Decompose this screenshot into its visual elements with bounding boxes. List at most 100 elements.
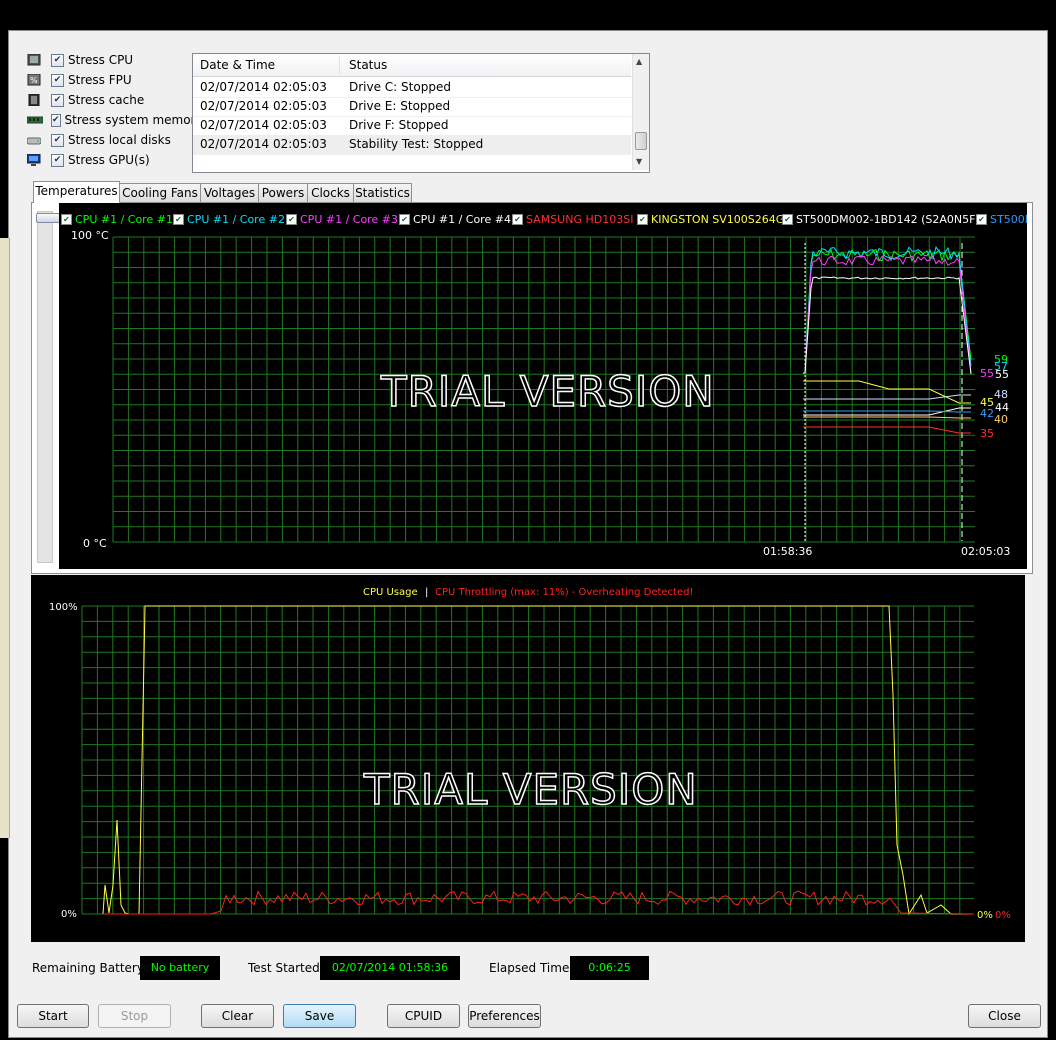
temperature-trace <box>803 426 971 434</box>
trial-watermark: TRIAL VERSION <box>380 366 715 417</box>
time-start-label: 01:58:36 <box>763 545 812 558</box>
end-value-label: 55 <box>980 367 994 380</box>
column-header-date[interactable]: Date & Time <box>200 58 275 72</box>
end-value-label: 40 <box>994 413 1008 426</box>
temperatures-panel: ✔ CPU #1 / Core #1 ✔ CPU #1 / Core #2 ✔ CPU… <box>31 202 1033 574</box>
start-button[interactable]: Start <box>17 1004 89 1028</box>
tab-statistics[interactable]: Statistics <box>353 183 412 202</box>
title-separator: | <box>425 587 428 598</box>
log-status: Stability Test: Stopped <box>349 137 484 151</box>
temperature-trace <box>803 410 971 413</box>
tab-cooling-fans[interactable]: Cooling Fans <box>119 183 201 202</box>
stress-memory-option[interactable]: ✔ Stress system memory <box>26 111 203 129</box>
svg-text:%: % <box>30 76 38 85</box>
battery-value: No battery <box>140 956 220 980</box>
stress-fpu-label: Stress FPU <box>68 73 132 87</box>
usage-y-min: 0% <box>61 909 77 920</box>
scroll-up-icon[interactable]: ▲ <box>636 57 642 66</box>
cpu-usage-graph: CPU Usage | CPU Throttling (max: 11%) - … <box>31 575 1025 942</box>
log-status: Drive C: Stopped <box>349 80 451 94</box>
log-date: 02/07/2014 02:05:03 <box>200 99 327 113</box>
stress-gpu-label: Stress GPU(s) <box>68 153 150 167</box>
preferences-button[interactable]: Preferences <box>468 1004 541 1028</box>
y-max-label: 100 °C <box>71 229 109 242</box>
log-scrollbar[interactable]: ▲ ▼ <box>632 54 649 170</box>
temperature-trace <box>803 380 971 404</box>
gpu-icon <box>26 153 41 166</box>
log-row[interactable]: 02/07/2014 02:05:03 Drive C: Stopped <box>193 78 631 98</box>
tab-temperatures[interactable]: Temperatures <box>33 181 120 203</box>
cpuid-button[interactable]: CPUID <box>387 1004 460 1028</box>
throttle-end-value: 0% <box>995 910 1011 921</box>
stress-disks-option[interactable]: ✔ Stress local disks <box>26 131 202 149</box>
test-started-value: 02/07/2014 01:58:36 <box>320 956 460 980</box>
temperature-trace <box>803 248 972 374</box>
memory-icon <box>26 114 44 126</box>
stress-cache-checkbox[interactable]: ✔ <box>51 93 64 107</box>
cpu-usage-title: CPU Usage <box>363 587 418 598</box>
trial-watermark: TRIAL VERSION <box>363 764 698 815</box>
log-header: Date & Time Status <box>193 54 631 77</box>
stability-test-window: ✔ Stress CPU % ✔ Stress FPU ✔ Stress cac… <box>8 30 1048 1038</box>
time-end-label: 02:05:03 <box>961 545 1010 558</box>
stress-gpu-checkbox[interactable]: ✔ <box>51 153 64 167</box>
tab-powers[interactable]: Powers <box>258 183 308 202</box>
elapsed-time-label: Elapsed Time: <box>489 961 574 975</box>
temperature-graph: ✔ CPU #1 / Core #1 ✔ CPU #1 / Core #2 ✔ CPU… <box>59 203 1027 569</box>
background-window-edge <box>0 238 10 838</box>
end-value-label: 42 <box>980 407 994 420</box>
stress-cpu-option[interactable]: ✔ Stress CPU <box>27 51 202 69</box>
cpu-throttling-title: CPU Throttling (max: 11%) - Overheating … <box>435 587 693 598</box>
cpu-throttling-trace <box>103 890 975 915</box>
stress-fpu-checkbox[interactable]: ✔ <box>51 73 64 87</box>
cpu-icon <box>27 53 41 66</box>
temperature-trace <box>803 255 972 374</box>
scroll-down-icon[interactable]: ▼ <box>636 157 642 166</box>
log-date: 02/07/2014 02:05:03 <box>200 80 327 94</box>
close-button[interactable]: Close <box>968 1004 1041 1028</box>
log-status: Drive F: Stopped <box>349 118 449 132</box>
usage-y-max: 100% <box>49 602 78 613</box>
save-button[interactable]: Save <box>283 1004 356 1028</box>
battery-label: Remaining Battery: <box>32 961 148 975</box>
log-date: 02/07/2014 02:05:03 <box>200 118 327 132</box>
cpu-usage-plot: CPU Usage | CPU Throttling (max: 11%) - … <box>49 587 1011 921</box>
stop-button[interactable]: Stop <box>98 1004 171 1028</box>
fpu-icon: % <box>27 73 41 86</box>
stress-memory-checkbox[interactable]: ✔ <box>51 113 61 127</box>
stress-cache-option[interactable]: ✔ Stress cache <box>27 91 202 109</box>
elapsed-time-value: 0:06:25 <box>570 956 649 980</box>
log-row[interactable]: 02/07/2014 02:05:03 Stability Test: Stop… <box>193 135 631 155</box>
scroll-thumb[interactable] <box>635 132 647 150</box>
y-min-label: 0 °C <box>83 537 107 550</box>
cache-icon <box>27 93 41 107</box>
stress-memory-label: Stress system memory <box>64 113 203 127</box>
temperature-trace <box>803 394 971 400</box>
stress-cpu-checkbox[interactable]: ✔ <box>51 53 64 67</box>
stress-disks-checkbox[interactable]: ✔ <box>51 133 64 147</box>
clear-button[interactable]: Clear <box>201 1004 274 1028</box>
stress-disks-label: Stress local disks <box>68 133 171 147</box>
disk-icon <box>26 134 42 146</box>
usage-end-value: 0% <box>977 910 993 921</box>
slider-knob[interactable] <box>36 213 60 223</box>
end-value-label: 35 <box>980 427 994 440</box>
stress-gpu-option[interactable]: ✔ Stress GPU(s) <box>26 151 202 169</box>
temperature-trace <box>803 245 972 374</box>
graph-scale-slider[interactable] <box>36 211 60 563</box>
status-log-list[interactable]: Date & Time Status 02/07/2014 02:05:03 D… <box>192 53 650 173</box>
tab-voltages[interactable]: Voltages <box>200 183 259 202</box>
stress-fpu-option[interactable]: % ✔ Stress FPU <box>27 71 202 89</box>
column-header-status[interactable]: Status <box>349 58 387 72</box>
temperature-trace <box>803 416 971 419</box>
end-value-label: 55 <box>995 368 1009 381</box>
log-row[interactable]: 02/07/2014 02:05:03 Drive F: Stopped <box>193 116 631 136</box>
log-status: Drive E: Stopped <box>349 99 451 113</box>
end-value-label: 48 <box>994 388 1008 401</box>
log-row[interactable]: 02/07/2014 02:05:03 Drive E: Stopped <box>193 97 631 117</box>
test-started-label: Test Started: <box>248 961 324 975</box>
stress-cache-label: Stress cache <box>68 93 145 107</box>
stress-cpu-label: Stress CPU <box>68 53 134 67</box>
log-date: 02/07/2014 02:05:03 <box>200 137 327 151</box>
tab-clocks[interactable]: Clocks <box>307 183 354 202</box>
